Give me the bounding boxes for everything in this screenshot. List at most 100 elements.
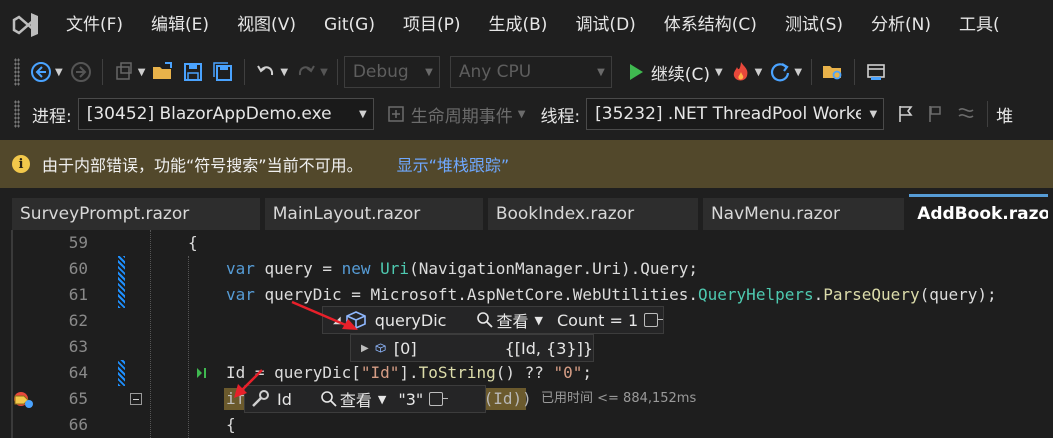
continue-button[interactable]: 继续(C) xyxy=(651,60,710,85)
menu-file[interactable]: 文件(F) xyxy=(52,0,137,50)
browser-icon xyxy=(867,64,885,80)
code-text: { xyxy=(188,233,198,252)
collapse-region-icon[interactable] xyxy=(130,393,142,405)
redo-chevron-icon[interactable]: ▼ xyxy=(320,67,328,78)
lifecycle-chevron-icon[interactable]: ▼ xyxy=(518,109,526,120)
datatip-view-button[interactable]: 查看 xyxy=(340,387,372,411)
thread-value: [35232] .NET ThreadPool Worke xyxy=(595,104,862,124)
lifecycle-events-icon[interactable] xyxy=(382,99,410,129)
lifecycle-events-button[interactable]: 生命周期事件 xyxy=(411,102,513,127)
process-dropdown[interactable]: [30452] BlazorAppDemo.exe ▼ xyxy=(77,98,374,130)
document-tabs: SurveyPrompt.razor MainLayout.razor Book… xyxy=(0,194,1053,230)
datatip-value: "3" xyxy=(398,389,424,409)
datatip-view-button[interactable]: 查看 xyxy=(496,308,528,332)
flag-icon xyxy=(899,106,913,122)
new-project-chevron-icon[interactable]: ▼ xyxy=(138,67,146,78)
datatip-querydic[interactable]: ◢ queryDic 查看 ▼ Count = 1 xyxy=(322,306,664,334)
restart-button[interactable] xyxy=(766,57,794,87)
continue-chevron-icon[interactable]: ▼ xyxy=(715,67,723,78)
save-button[interactable] xyxy=(179,57,207,87)
thread-dropdown[interactable]: [35232] .NET ThreadPool Worke ▼ xyxy=(586,98,885,130)
tab-addbook[interactable]: AddBook.razo xyxy=(909,194,1048,230)
redo-button[interactable] xyxy=(292,57,320,87)
annotation-arrow xyxy=(234,369,263,398)
tab-surveyprompt[interactable]: SurveyPrompt.razor xyxy=(12,198,260,230)
run-to-click-icon[interactable] xyxy=(196,367,212,379)
process-value: [30452] BlazorAppDemo.exe xyxy=(86,104,332,124)
standard-toolbar: ▼ ▼ ▼ ▼ Debug ▼ Any CPU ▼ 继续(C) ▼ ▼ ▼ xyxy=(0,50,1053,94)
menu-tools[interactable]: 工具( xyxy=(945,0,1014,50)
code-editor[interactable]: 59 { 60 var query = new Uri(NavigationMa… xyxy=(0,230,1053,438)
view-chevron-down-icon[interactable]: ▼ xyxy=(378,393,386,406)
back-dropdown-chevron-icon[interactable]: ▼ xyxy=(55,67,63,78)
chevron-down-icon: ▼ xyxy=(869,108,878,120)
tab-mainlayout[interactable]: MainLayout.razor xyxy=(264,198,483,230)
show-threads-in-source-button[interactable] xyxy=(952,99,980,129)
find-in-files-button[interactable] xyxy=(819,57,847,87)
solution-configuration-dropdown[interactable]: Debug ▼ xyxy=(343,56,440,88)
restart-chevron-icon[interactable]: ▼ xyxy=(794,67,802,78)
undo-icon xyxy=(257,65,274,76)
expand-triangle-icon[interactable]: ▶ xyxy=(361,343,369,354)
undo-chevron-icon[interactable]: ▼ xyxy=(280,67,288,78)
datatip-value: Count = 1 xyxy=(556,310,639,330)
hot-reload-flame-icon xyxy=(733,62,748,81)
pin-icon[interactable] xyxy=(644,313,664,327)
menu-view[interactable]: 视图(V) xyxy=(223,0,310,50)
hot-reload-button[interactable] xyxy=(727,57,755,87)
code-line: 66 { xyxy=(0,412,1053,438)
menu-project[interactable]: 项目(P) xyxy=(389,0,475,50)
navigate-forward-button[interactable] xyxy=(67,57,95,87)
hot-reload-chevron-icon[interactable]: ▼ xyxy=(755,67,763,78)
back-arrow-icon xyxy=(31,62,51,82)
toolbar-separator xyxy=(244,59,246,85)
datatip-id[interactable]: Id 查看 ▼ "3" xyxy=(244,385,486,413)
info-icon: i xyxy=(12,155,30,173)
continue-play-icon[interactable] xyxy=(622,57,650,87)
toolbar-grip[interactable] xyxy=(14,100,20,128)
info-message: 由于内部错误，功能“符号搜索”当前不可用。 xyxy=(42,156,363,175)
navigate-back-button[interactable] xyxy=(27,57,55,87)
folder-search-icon xyxy=(823,66,842,80)
save-all-button[interactable] xyxy=(209,57,237,87)
tab-bookindex[interactable]: BookIndex.razor xyxy=(487,198,698,230)
open-folder-icon xyxy=(153,62,173,79)
menu-test[interactable]: 测试(S) xyxy=(771,0,857,50)
stack-frame-label: 堆 xyxy=(996,106,1014,127)
toggle-thread-flag-button[interactable] xyxy=(892,99,920,129)
menu-edit[interactable]: 编辑(E) xyxy=(137,0,223,50)
chevron-down-icon: ▼ xyxy=(359,108,367,120)
open-folder-button[interactable] xyxy=(149,57,177,87)
search-icon xyxy=(321,391,337,407)
menu-build[interactable]: 生成(B) xyxy=(475,0,562,50)
solution-platform-dropdown[interactable]: Any CPU ▼ xyxy=(449,56,612,88)
pin-icon[interactable] xyxy=(429,392,449,406)
datatip-variable-name: queryDic xyxy=(374,310,447,330)
flag-threads-button[interactable] xyxy=(922,99,950,129)
menu-bar: 文件(F) 编辑(E) 视图(V) Git(G) 项目(P) 生成(B) 调试(… xyxy=(0,0,1053,50)
line-number: 64 xyxy=(68,363,88,382)
flag-threads-icon xyxy=(929,106,941,122)
debug-location-toolbar: 进程: [30452] BlazorAppDemo.exe ▼ 生命周期事件 ▼… xyxy=(0,94,1053,134)
current-statement-breakpoint-icon[interactable] xyxy=(12,390,36,410)
line-number: 61 xyxy=(68,285,88,304)
visual-studio-logo[interactable] xyxy=(0,0,52,50)
menu-git[interactable]: Git(G) xyxy=(310,0,389,50)
show-stack-trace-link[interactable]: 显示“堆栈跟踪” xyxy=(397,152,510,176)
line-number: 66 xyxy=(68,415,88,434)
undo-button[interactable] xyxy=(252,57,280,87)
menu-architecture[interactable]: 体系结构(C) xyxy=(650,0,771,50)
toolbar-grip[interactable] xyxy=(14,58,20,86)
threads-icon xyxy=(958,108,974,118)
tab-navmenu[interactable]: NavMenu.razor xyxy=(702,198,905,230)
menu-analyze[interactable]: 分析(N) xyxy=(857,0,945,50)
datatip-child-row[interactable]: ▶ [0] {[Id, {3}]} xyxy=(350,334,594,362)
new-project-button[interactable] xyxy=(110,57,138,87)
platform-value: Any CPU xyxy=(458,62,532,82)
redo-icon xyxy=(299,65,315,76)
info-bar: i 由于内部错误，功能“符号搜索”当前不可用。 显示“堆栈跟踪” xyxy=(0,140,1053,188)
save-icon xyxy=(184,63,203,81)
menu-debug[interactable]: 调试(D) xyxy=(561,0,649,50)
view-chevron-down-icon[interactable]: ▼ xyxy=(534,314,542,327)
browser-link-button[interactable] xyxy=(862,57,890,87)
